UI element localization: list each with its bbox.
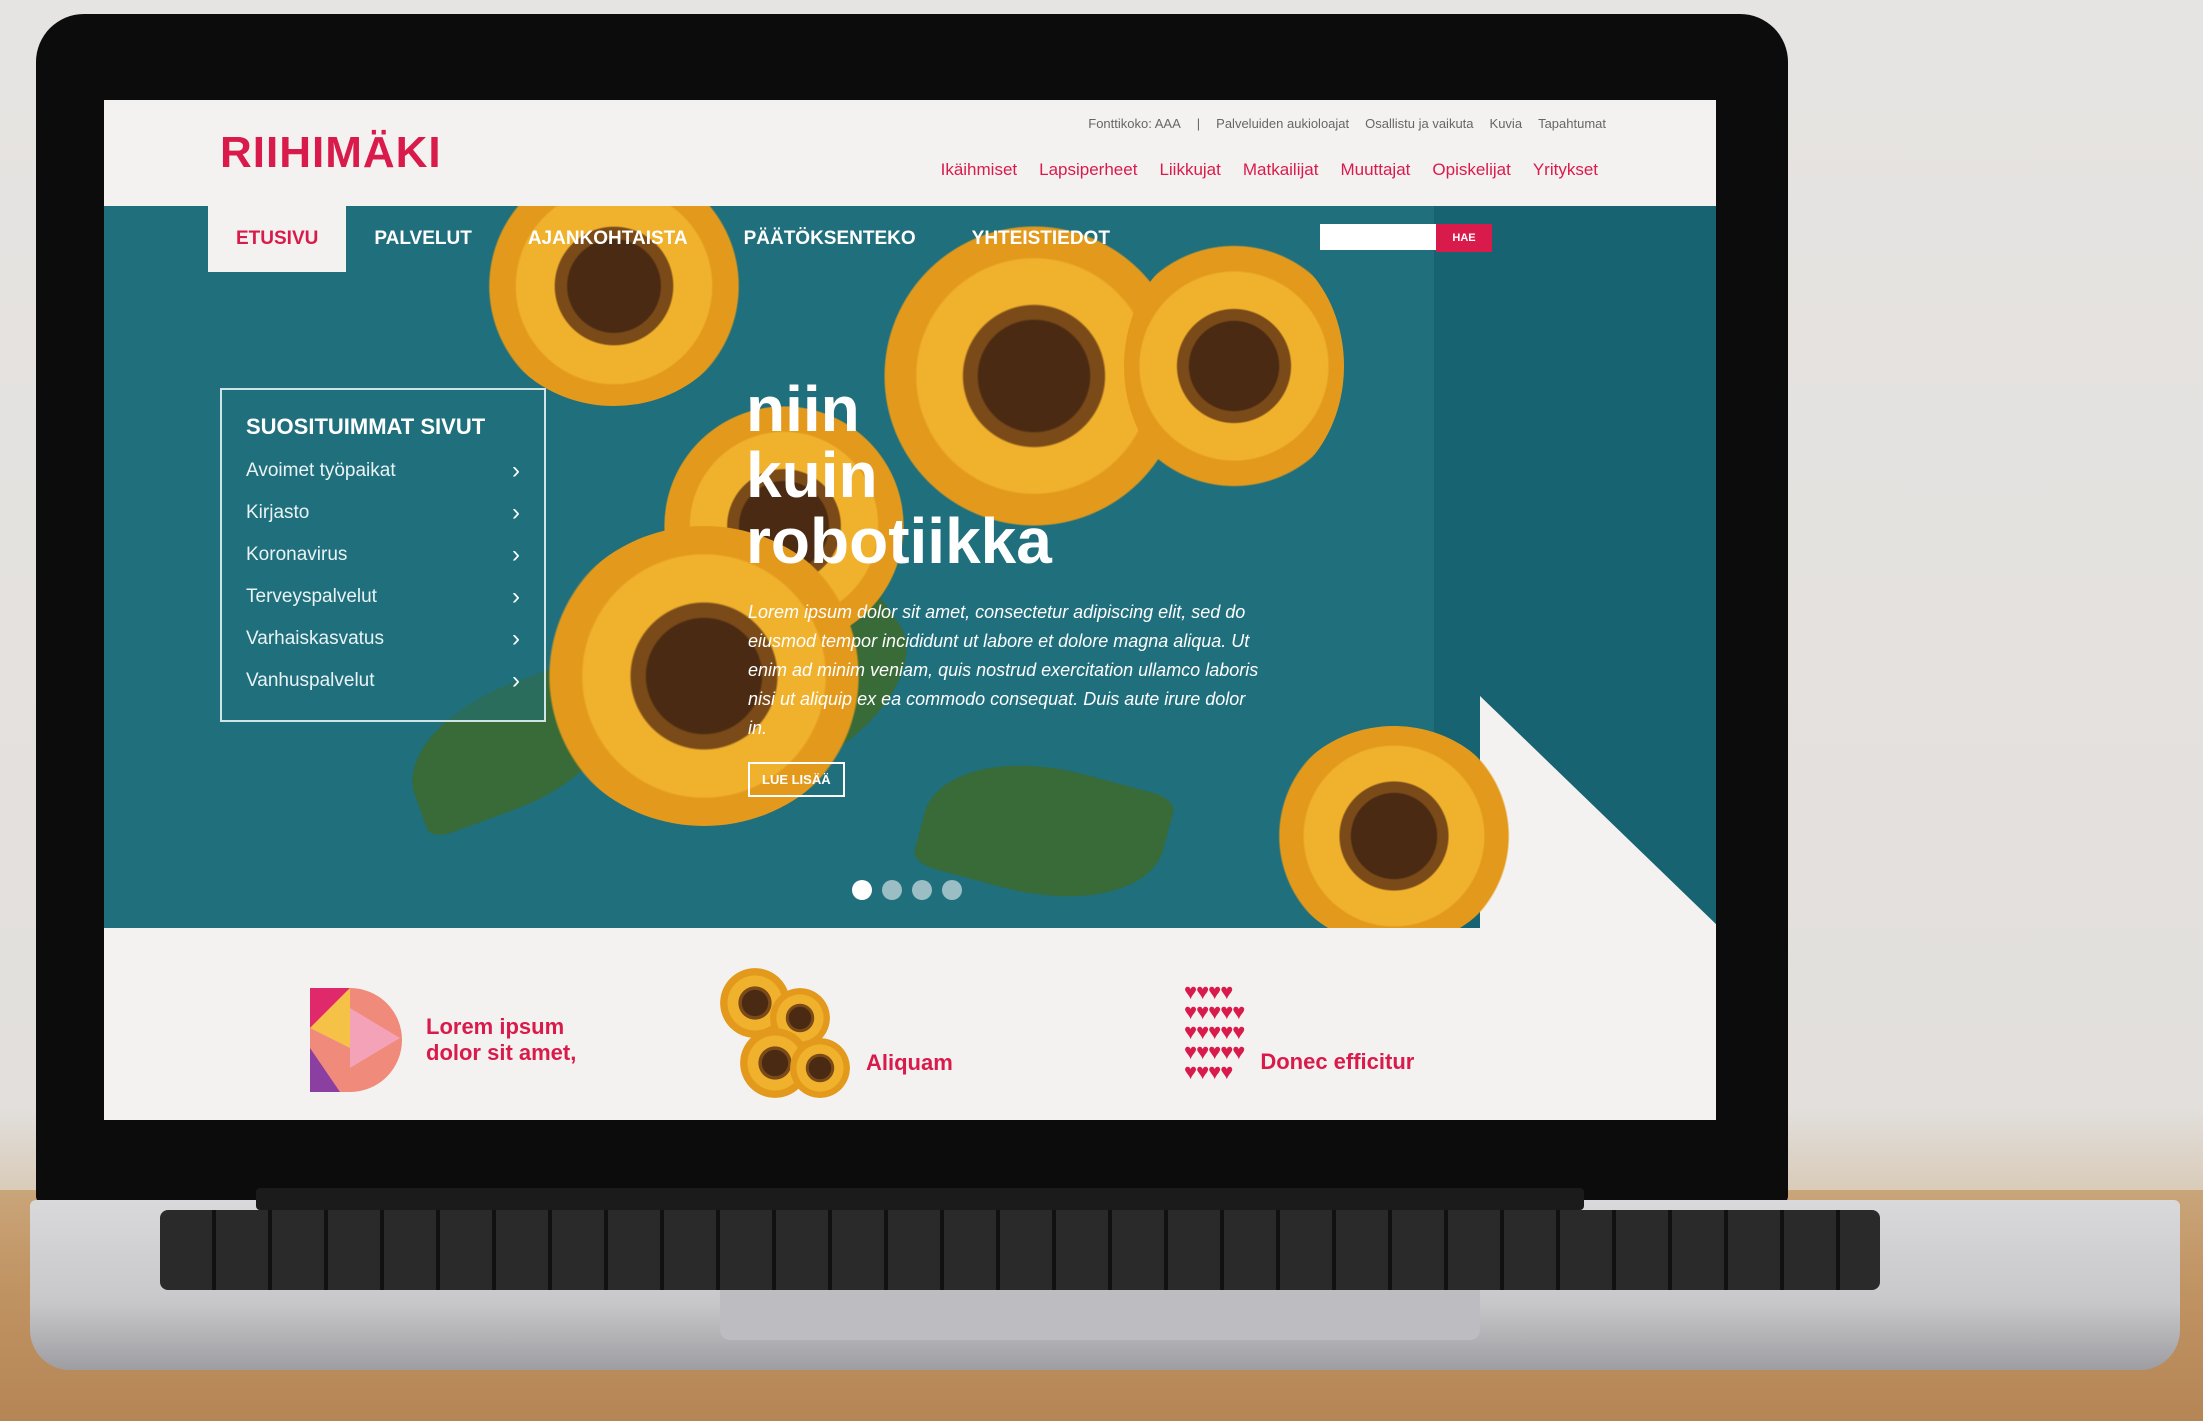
website-screen: RIIHIMÄKI Fonttikoko: AAA | Palveluiden …	[104, 100, 1716, 1120]
audience-links: Ikäihmiset Lapsiperheet Liikkujat Matkai…	[941, 160, 1598, 180]
trackpad	[720, 1290, 1480, 1340]
laptop-hinge	[256, 1188, 1584, 1210]
utility-font-size[interactable]: Fonttikoko: AAA	[1088, 116, 1181, 131]
nav-etusivu[interactable]: ETUSIVU	[208, 206, 347, 272]
popular-item[interactable]: Vanhuspalvelut ›	[246, 660, 520, 702]
carousel-dot[interactable]	[852, 880, 872, 900]
hearts-icon: ♥♥♥♥ ♥♥♥♥♥ ♥♥♥♥♥ ♥♥♥♥♥ ♥♥♥♥	[1184, 979, 1245, 1084]
nav-palvelut[interactable]: PALVELUT	[346, 206, 499, 272]
nav-paatoksenteko[interactable]: PÄÄTÖKSENTEKO	[716, 206, 944, 272]
search-box: HAE	[1320, 224, 1492, 252]
popular-item[interactable]: Kirjasto ›	[246, 492, 520, 534]
chevron-right-icon: ›	[512, 457, 520, 484]
carousel-dot[interactable]	[882, 880, 902, 900]
chevron-right-icon: ›	[512, 583, 520, 610]
search-button[interactable]: HAE	[1436, 224, 1492, 252]
headline-line: kuin	[746, 439, 878, 511]
feature-cards: Lorem ipsum dolor sit amet, Aliquam ♥♥♥♥…	[104, 928, 1716, 1120]
hero-r-notch	[1480, 696, 1716, 928]
chevron-right-icon: ›	[512, 625, 520, 652]
popular-item-label: Terveyspalvelut	[246, 586, 377, 607]
chevron-right-icon: ›	[512, 541, 520, 568]
popular-item-label: Vanhuspalvelut	[246, 670, 375, 691]
nav-yhteistiedot[interactable]: YHTEISTIEDOT	[944, 206, 1138, 272]
chevron-right-icon: ›	[512, 499, 520, 526]
utility-separator: |	[1196, 116, 1201, 131]
popular-item[interactable]: Koronavirus ›	[246, 534, 520, 576]
utility-opening-hours[interactable]: Palveluiden aukioloajat	[1216, 116, 1349, 131]
keyboard	[160, 1210, 1880, 1290]
hero-lead: Lorem ipsum dolor sit amet, consectetur …	[748, 602, 1259, 738]
audience-link[interactable]: Liikkujat	[1159, 160, 1220, 180]
feature-card[interactable]: ♥♥♥♥ ♥♥♥♥♥ ♥♥♥♥♥ ♥♥♥♥♥ ♥♥♥♥ Donec efficitur	[1184, 979, 1415, 1084]
headline-line: robotiikka	[746, 505, 1052, 577]
popular-item[interactable]: Avoimet työpaikat ›	[246, 450, 520, 492]
carousel-dot[interactable]	[942, 880, 962, 900]
search-input[interactable]	[1320, 224, 1436, 250]
hero-banner: ETUSIVU PALVELUT AJANKOHTAISTA PÄÄTÖKSEN…	[104, 206, 1716, 928]
feature-card[interactable]: Aliquam	[720, 968, 953, 1098]
feature-card[interactable]: Lorem ipsum dolor sit amet,	[310, 988, 576, 1092]
headline-line: niin	[746, 373, 860, 445]
popular-pages-box: SUOSITUIMMAT SIVUT Avoimet työpaikat › Ki…	[220, 388, 546, 722]
audience-link[interactable]: Yritykset	[1533, 160, 1598, 180]
chevron-right-icon: ›	[512, 667, 520, 694]
card-title-line: dolor sit amet,	[426, 1040, 577, 1065]
utility-images[interactable]: Kuvia	[1490, 116, 1523, 131]
popular-item[interactable]: Terveyspalvelut ›	[246, 576, 520, 618]
carousel-dot[interactable]	[912, 880, 932, 900]
card-title: Donec efficitur	[1260, 1049, 1415, 1074]
sunflower-icon	[720, 968, 850, 1098]
card-title: Aliquam	[866, 1050, 953, 1075]
popular-item-label: Kirjasto	[246, 502, 310, 523]
sunflower-decoration	[1124, 236, 1344, 496]
card-title: Lorem ipsum dolor sit amet,	[426, 1014, 576, 1066]
utility-events[interactable]: Tapahtumat	[1538, 116, 1606, 131]
d-letter-icon	[310, 988, 410, 1092]
popular-item-label: Koronavirus	[246, 544, 348, 565]
audience-link[interactable]: Matkailijat	[1243, 160, 1319, 180]
audience-link[interactable]: Muuttajat	[1340, 160, 1410, 180]
utility-participate[interactable]: Osallistu ja vaikuta	[1365, 116, 1473, 131]
card-title-line: Lorem ipsum	[426, 1014, 565, 1039]
popular-item-label: Avoimet työpaikat	[246, 460, 396, 481]
audience-link[interactable]: Ikäihmiset	[941, 160, 1018, 180]
popular-item-label: Varhaiskasvatus	[246, 628, 384, 649]
read-more-button[interactable]: LUE LISÄÄ	[748, 762, 845, 797]
nav-ajankohtaista[interactable]: AJANKOHTAISTA	[500, 206, 716, 272]
audience-link[interactable]: Lapsiperheet	[1039, 160, 1137, 180]
hero-headline: niin kuin robotiikka	[746, 376, 1052, 574]
main-nav: ETUSIVU PALVELUT AJANKOHTAISTA PÄÄTÖKSEN…	[208, 206, 1138, 272]
popular-item[interactable]: Varhaiskasvatus ›	[246, 618, 520, 660]
utility-links: Fonttikoko: AAA | Palveluiden aukioloaja…	[1088, 116, 1606, 131]
audience-link[interactable]: Opiskelijat	[1432, 160, 1510, 180]
site-logo[interactable]: RIIHIMÄKI	[220, 128, 442, 178]
popular-pages-title: SUOSITUIMMAT SIVUT	[246, 414, 486, 439]
carousel-dots	[852, 880, 962, 900]
